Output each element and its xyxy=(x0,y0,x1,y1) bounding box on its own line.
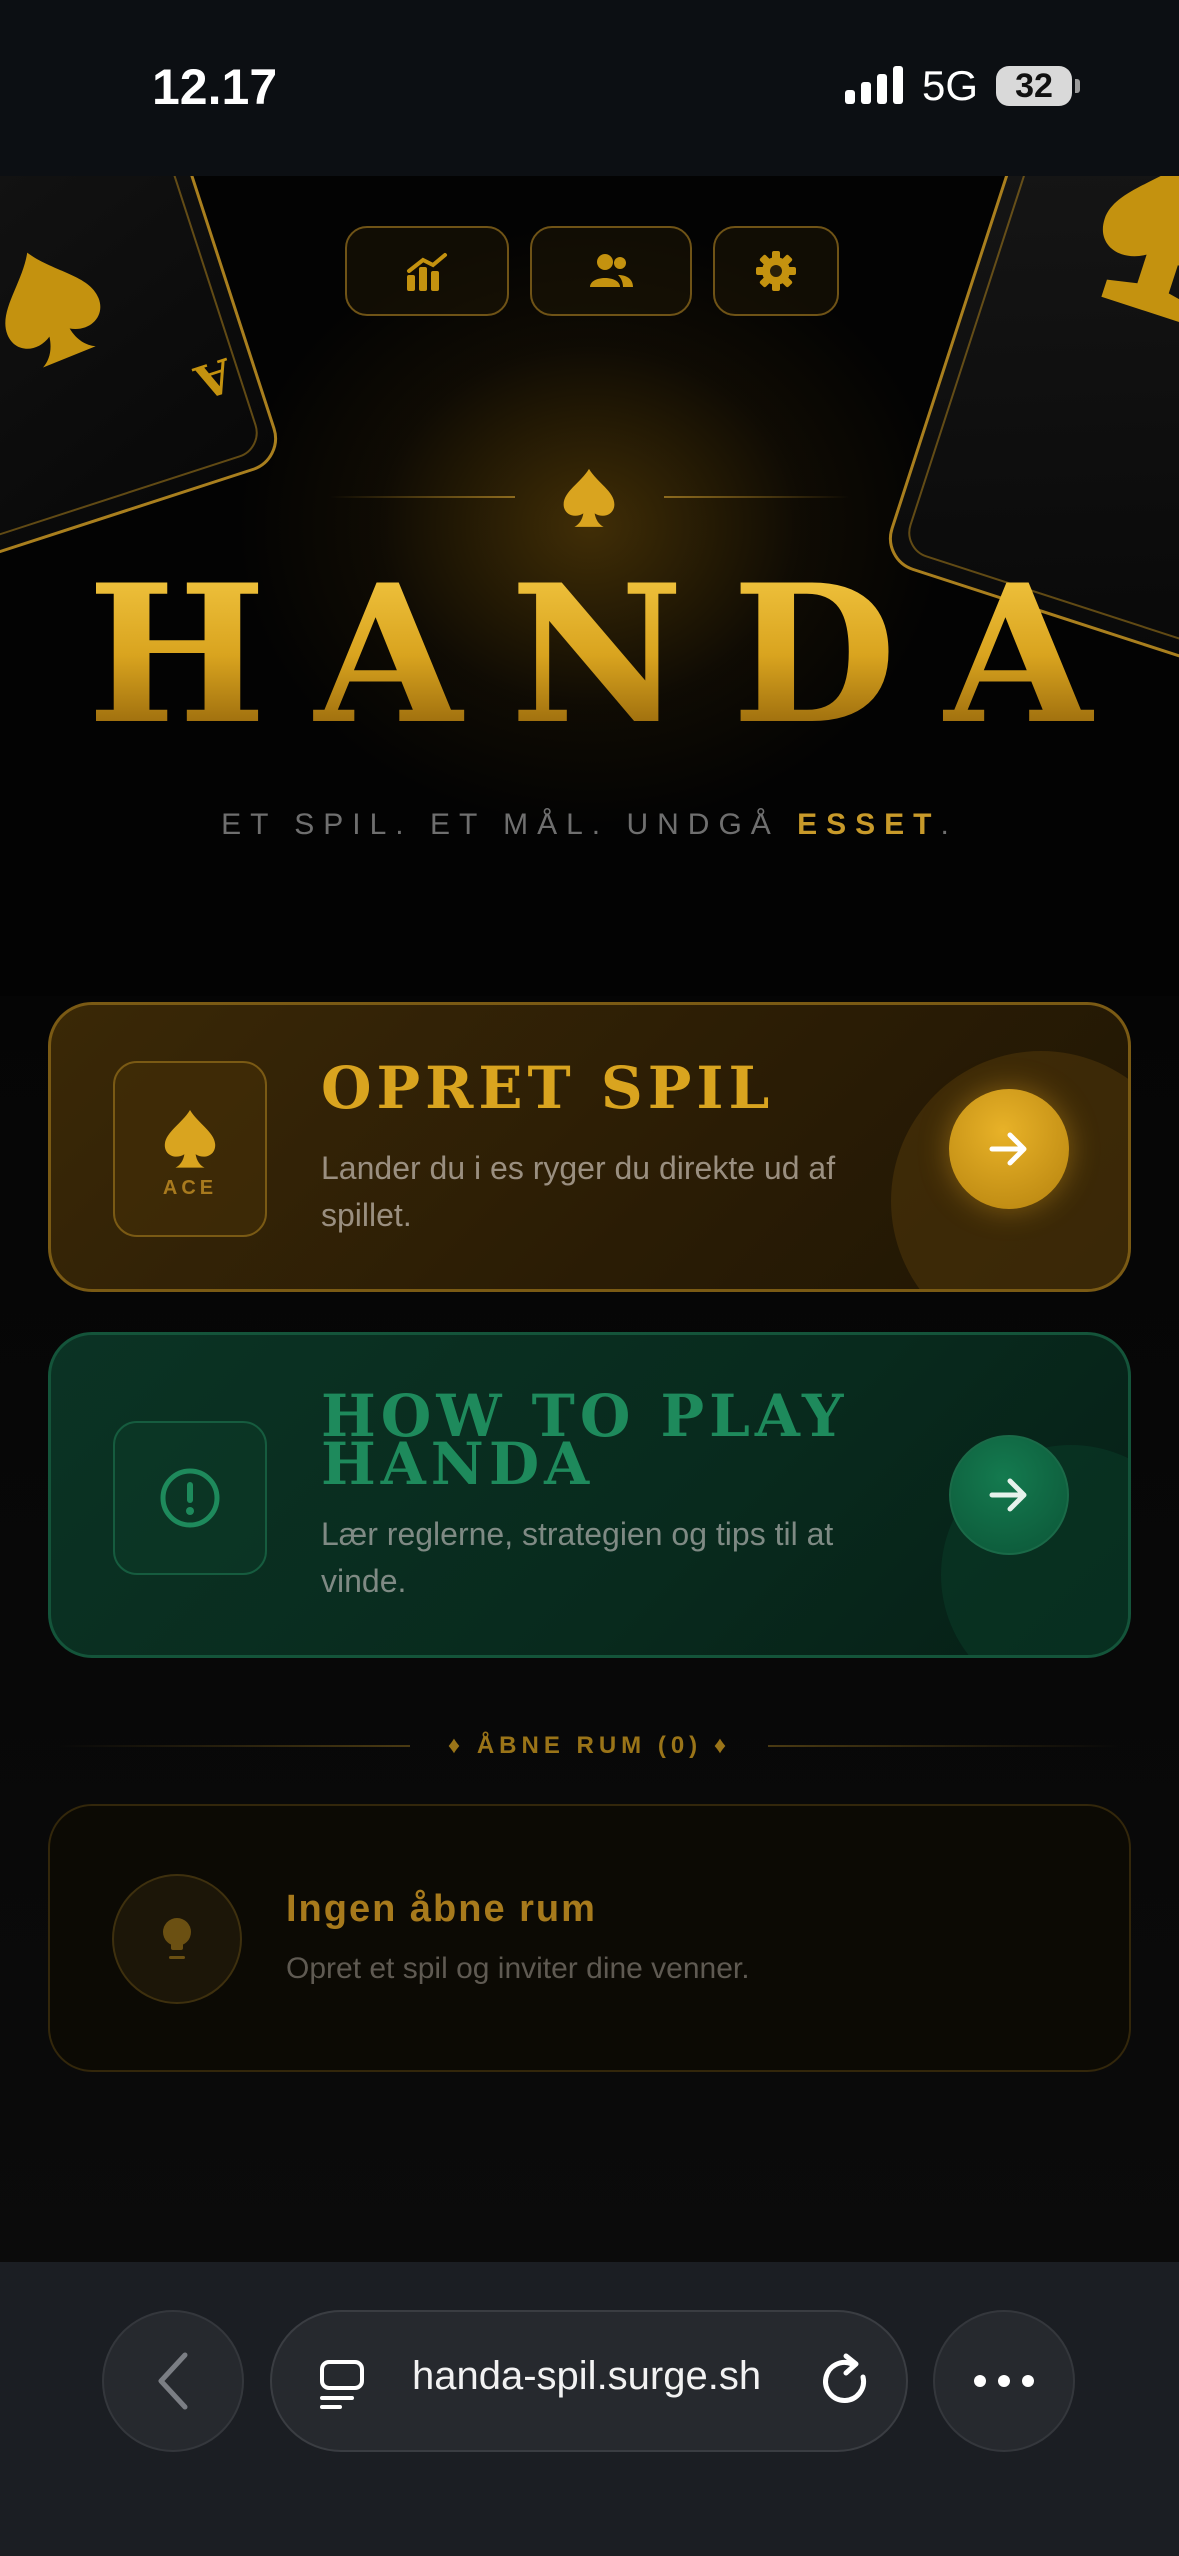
spade-icon xyxy=(164,1110,216,1168)
tabs-icon xyxy=(320,2360,364,2409)
ace-card-left: A xyxy=(0,176,286,596)
info-badge xyxy=(113,1421,267,1575)
ace-badge: ACE xyxy=(113,1061,267,1237)
tagline-highlight: ESSET xyxy=(797,808,941,841)
reload-icon[interactable] xyxy=(820,2352,874,2412)
status-time: 12.17 xyxy=(152,59,278,115)
hero-section: A HANDA ET SPIL. ET MÅL. UNDGÅ ESSET. xyxy=(0,176,1179,996)
create-game-button[interactable] xyxy=(949,1089,1069,1209)
users-icon xyxy=(590,254,633,287)
app-tagline: ET SPIL. ET MÅL. UNDGÅ ESSET. xyxy=(0,808,1179,842)
browser-toolbar: handa-spil.surge.sh xyxy=(0,2262,1179,2556)
create-game-card[interactable]: ACE OPRET SPIL Lander du i es ryger du d… xyxy=(48,1002,1131,1292)
address-bar[interactable]: handa-spil.surge.sh xyxy=(270,2310,908,2452)
lamp-icon xyxy=(163,1918,191,1959)
back-button[interactable] xyxy=(102,2310,244,2452)
ace-badge-label: ACE xyxy=(162,1177,218,1199)
spade-icon xyxy=(563,468,615,527)
app-title: HANDA xyxy=(0,560,1179,750)
battery-indicator: 32 xyxy=(996,66,1080,106)
signal-icon xyxy=(845,66,903,104)
empty-rooms-title: Ingen åbne rum xyxy=(286,1888,597,1930)
chevron-left-icon xyxy=(158,2352,188,2410)
rooms-divider-right xyxy=(768,1745,1118,1747)
settings-button[interactable] xyxy=(713,226,839,316)
hero-divider-right xyxy=(664,496,849,498)
create-game-title: OPRET SPIL xyxy=(321,1054,775,1122)
arrow-right-icon xyxy=(989,1132,1027,1166)
tagline-suffix: . xyxy=(940,808,958,841)
how-to-play-button[interactable] xyxy=(949,1435,1069,1555)
hero-divider-left xyxy=(330,496,515,498)
empty-rooms-card: Ingen åbne rum Opret et spil og inviter … xyxy=(48,1804,1131,2072)
url-text: handa-spil.surge.sh xyxy=(412,2354,762,2398)
status-bar: 12.17 5G 32 xyxy=(0,0,1179,176)
empty-rooms-icon-wrapper xyxy=(112,1874,242,2004)
how-to-play-description: Lær reglerne, strategien og tips til at … xyxy=(321,1516,834,1599)
players-button[interactable] xyxy=(530,226,692,316)
gear-icon xyxy=(756,251,796,291)
network-type: 5G xyxy=(922,62,979,109)
stats-icon xyxy=(407,253,447,291)
how-to-play-title-line2: HANDA xyxy=(321,1430,595,1498)
empty-rooms-subtitle: Opret et spil og inviter dine venner. xyxy=(286,1952,750,1985)
more-button[interactable] xyxy=(933,2310,1075,2452)
create-game-description: Lander du i es ryger du direkte ud af sp… xyxy=(321,1150,836,1233)
how-to-play-card[interactable]: HOW TO PLAY HANDA Lær reglerne, strategi… xyxy=(48,1332,1131,1658)
stats-button[interactable] xyxy=(345,226,509,316)
more-icon xyxy=(974,2375,1034,2387)
arrow-right-icon xyxy=(989,1478,1027,1512)
tagline-text: ET SPIL. ET MÅL. UNDGÅ xyxy=(221,808,780,841)
info-icon xyxy=(160,1468,220,1528)
